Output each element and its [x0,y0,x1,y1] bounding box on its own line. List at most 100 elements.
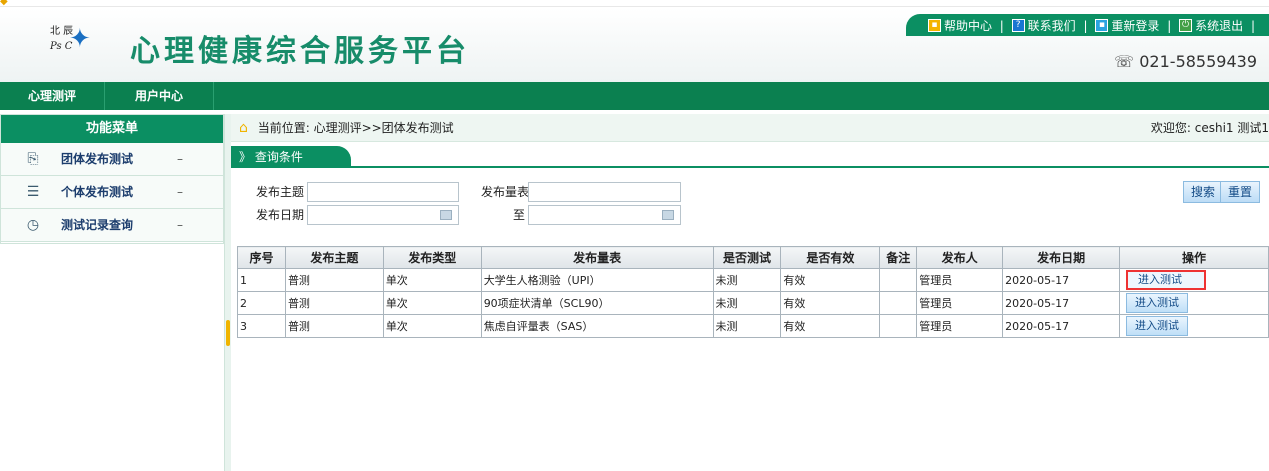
table-row: 2 普测 单次 90项症状清单（SCL90） 未测 有效 管理员 2020-05… [237,291,1269,315]
question-icon: ? [1011,19,1025,32]
sidebar-item-record-query[interactable]: ◷ 测试记录查询 – [1,209,223,242]
document-export-icon: ⎘ [27,151,39,167]
cell-scale: 90项症状清单（SCL90） [480,291,714,315]
calendar-icon[interactable] [440,210,452,220]
subject-label: 发布主题 [256,185,305,199]
cell-tested: 未测 [712,268,782,292]
subject-input[interactable] [307,182,459,202]
date-to-input[interactable] [528,205,681,225]
collapse-toggle[interactable]: – [177,176,183,208]
to-label: 至 [513,208,526,222]
sidebar-item-group-publish[interactable]: ⎘ 团体发布测试 – [1,143,223,176]
sidebar: 功能菜单 ⎘ 团体发布测试 – ☰ 个体发布测试 – ◷ 测试记录查询 – [0,114,224,244]
calendar-icon[interactable] [662,210,674,220]
cell-subject: 普测 [284,268,384,292]
cell-no: 3 [237,314,286,338]
query-panel: 发布主题 发布量表 发布日期 至 搜索 重置 [231,168,1269,238]
date-label: 发布日期 [256,208,305,222]
help-icon: ▪ [927,19,941,32]
splitter-handle[interactable] [226,320,230,346]
reset-button[interactable]: 重置 [1220,181,1261,203]
cell-remark [879,314,918,338]
table-row: 3 普测 单次 焦虑自评量表（SAS） 未测 有效 管理员 2020-05-17… [237,314,1269,338]
clock-icon: ◷ [26,217,40,233]
nav-user-center[interactable]: 用户中心 [105,82,215,110]
collapse-toggle[interactable]: – [177,143,183,175]
scale-label: 发布量表 [481,185,530,199]
logo-bottom-text: Ps C [50,41,73,52]
sidebar-splitter[interactable] [224,114,231,471]
cell-date: 2020-05-17 [1002,291,1121,315]
main-content: ⌂ 当前位置: 心理测评>>团体发布测试 欢迎您: ceshi1 测试1 》 查… [231,114,1269,471]
nav-psych-assessment[interactable]: 心理测评 [0,82,106,110]
cell-type: 单次 [382,291,482,315]
cell-valid: 有效 [780,268,881,292]
sidebar-item-label: 个体发布测试 [61,185,134,199]
query-conditions-tab[interactable]: 》 查询条件 [231,146,351,168]
list-icon: ☰ [26,184,40,200]
sidebar-item-individual-publish[interactable]: ☰ 个体发布测试 – [1,176,223,209]
col-action: 操作 [1119,246,1269,269]
col-no: 序号 [237,246,286,269]
phone-number: ☏ 021-58559439 [1114,52,1257,71]
date-from-input[interactable] [307,205,459,225]
cell-tested: 未测 [712,291,782,315]
cell-date: 2020-05-17 [1002,314,1121,338]
cell-action: 进入测试 [1119,314,1269,338]
sidebar-item-label: 测试记录查询 [61,218,134,232]
scale-input[interactable] [528,182,681,202]
cell-subject: 普测 [284,314,384,338]
col-subject: 发布主题 [284,246,384,269]
col-valid: 是否有效 [780,246,881,269]
logout-link[interactable]: 系统退出 [1195,17,1243,34]
table-header-row: 序号 发布主题 发布类型 发布量表 是否测试 是否有效 备注 发布人 发布日期 … [237,246,1269,269]
enter-test-button[interactable]: 进入测试 [1126,293,1189,313]
table-row: 1 普测 单次 大学生人格测验（UPI） 未测 有效 管理员 2020-05-1… [237,268,1269,292]
col-scale: 发布量表 [480,246,714,269]
main-nav: 心理测评 用户中心 [0,82,1269,110]
cell-date: 2020-05-17 [1002,268,1121,292]
warning-icon: ◆ [0,0,8,7]
welcome-text: 欢迎您: ceshi1 测试1 [1150,121,1269,135]
cell-type: 单次 [382,268,482,292]
cell-type: 单次 [382,314,482,338]
contact-link[interactable]: 联系我们 [1028,17,1076,34]
cell-publisher: 管理员 [916,314,1004,338]
collapse-toggle[interactable]: – [177,209,183,241]
cell-scale: 焦虑自评量表（SAS） [480,314,714,338]
col-remark: 备注 [879,246,918,269]
relogin-link[interactable]: 重新登录 [1111,17,1159,34]
help-link[interactable]: 帮助中心 [944,17,992,34]
col-tested: 是否测试 [712,246,782,269]
enter-test-button[interactable]: 进入测试 [1126,316,1189,336]
breadcrumb-text: 当前位置: 心理测评>>团体发布测试 [257,121,454,135]
cell-no: 1 [237,268,286,292]
top-links: ▪ 帮助中心 | ? 联系我们 | ▪ 重新登录 | ⏻ 系统退出 | [905,14,1269,36]
cell-action: 进入测试 [1119,268,1269,292]
publish-table: 序号 发布主题 发布类型 发布量表 是否测试 是否有效 备注 发布人 发布日期 … [237,246,1269,338]
cell-scale: 大学生人格测验（UPI） [480,268,714,292]
header: 北 辰 ✦ Ps C 心理健康综合服务平台 ▪ 帮助中心 | ? 联系我们 | ▪ 重… [0,8,1269,82]
cell-publisher: 管理员 [916,268,1004,292]
col-date: 发布日期 [1002,246,1121,269]
cell-action: 进入测试 [1119,291,1269,315]
sidebar-title: 功能菜单 [1,115,223,143]
top-strip: ◆ [0,0,1269,7]
relogin-icon: ▪ [1095,19,1109,32]
cell-no: 2 [237,291,286,315]
cell-publisher: 管理员 [916,291,1004,315]
breadcrumb: ⌂ 当前位置: 心理测评>>团体发布测试 欢迎您: ceshi1 测试1 [231,114,1269,142]
cell-valid: 有效 [780,291,881,315]
home-icon: ⌂ [239,120,248,136]
cell-subject: 普测 [284,291,384,315]
col-publisher: 发布人 [916,246,1004,269]
col-type: 发布类型 [382,246,482,269]
logo: 北 辰 ✦ Ps C [50,22,106,60]
sidebar-item-label: 团体发布测试 [61,152,134,166]
cell-tested: 未测 [712,314,782,338]
cell-remark [879,268,918,292]
enter-test-button[interactable]: 进入测试 [1126,270,1207,290]
power-icon: ⏻ [1179,19,1193,32]
cell-valid: 有效 [780,314,881,338]
search-button[interactable]: 搜索 [1183,181,1224,203]
